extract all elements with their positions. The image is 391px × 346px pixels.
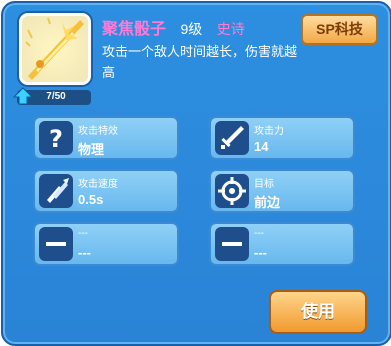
- sword-icon: [215, 121, 249, 155]
- item-level: 9级: [180, 21, 203, 37]
- item-title: 聚焦骰子 9级 史诗: [102, 15, 255, 38]
- stat-label: ---: [78, 228, 88, 239]
- stat-value: 0.5s: [78, 192, 104, 207]
- stat-label: ---: [254, 228, 264, 239]
- use-button[interactable]: 使用: [269, 290, 367, 334]
- dice-thumbnail: [19, 13, 91, 85]
- stat-label: 攻击特效: [78, 126, 118, 137]
- stat-card-speed: 攻击速度 0.5s: [33, 169, 179, 213]
- focus-beam-icon: [22, 16, 88, 82]
- item-description: 攻击一个敌人时间越长，伤害就越高: [102, 44, 298, 80]
- dash-icon: [215, 227, 249, 261]
- item-name: 聚焦骰子: [102, 21, 167, 38]
- stat-value: 前边: [254, 195, 281, 210]
- svg-text:?: ?: [49, 125, 63, 153]
- stat-value: ---: [254, 245, 267, 260]
- stat-value: 14: [254, 139, 269, 154]
- stat-label: 目标: [254, 179, 274, 190]
- question-icon: ?: [39, 121, 73, 155]
- sp-tech-button[interactable]: SP科技: [301, 14, 378, 45]
- stat-value: 物理: [78, 142, 105, 157]
- stat-label: 攻击力: [254, 126, 284, 137]
- stat-card-attack: 攻击力 14: [209, 116, 355, 160]
- target-icon: [215, 174, 249, 208]
- dash-icon: [39, 227, 73, 261]
- stat-label: 攻击速度: [78, 179, 118, 190]
- progress-text: 7/50: [46, 91, 66, 102]
- item-rarity: 史诗: [216, 21, 245, 37]
- stat-card-target: 目标 前边: [209, 169, 355, 213]
- stat-value: ---: [78, 245, 91, 260]
- upgrade-arrow-icon: [13, 87, 33, 105]
- speed-icon: [39, 174, 73, 208]
- stat-card-empty-2: --- ---: [209, 222, 355, 266]
- dice-info-panel: 7/50 聚焦骰子 9级 史诗 攻击一个敌人时间越长，伤害就越高 SP科技 ? …: [1, 1, 391, 346]
- stat-card-effect: ? 攻击特效 物理: [33, 116, 179, 160]
- stat-card-empty-1: --- ---: [33, 222, 179, 266]
